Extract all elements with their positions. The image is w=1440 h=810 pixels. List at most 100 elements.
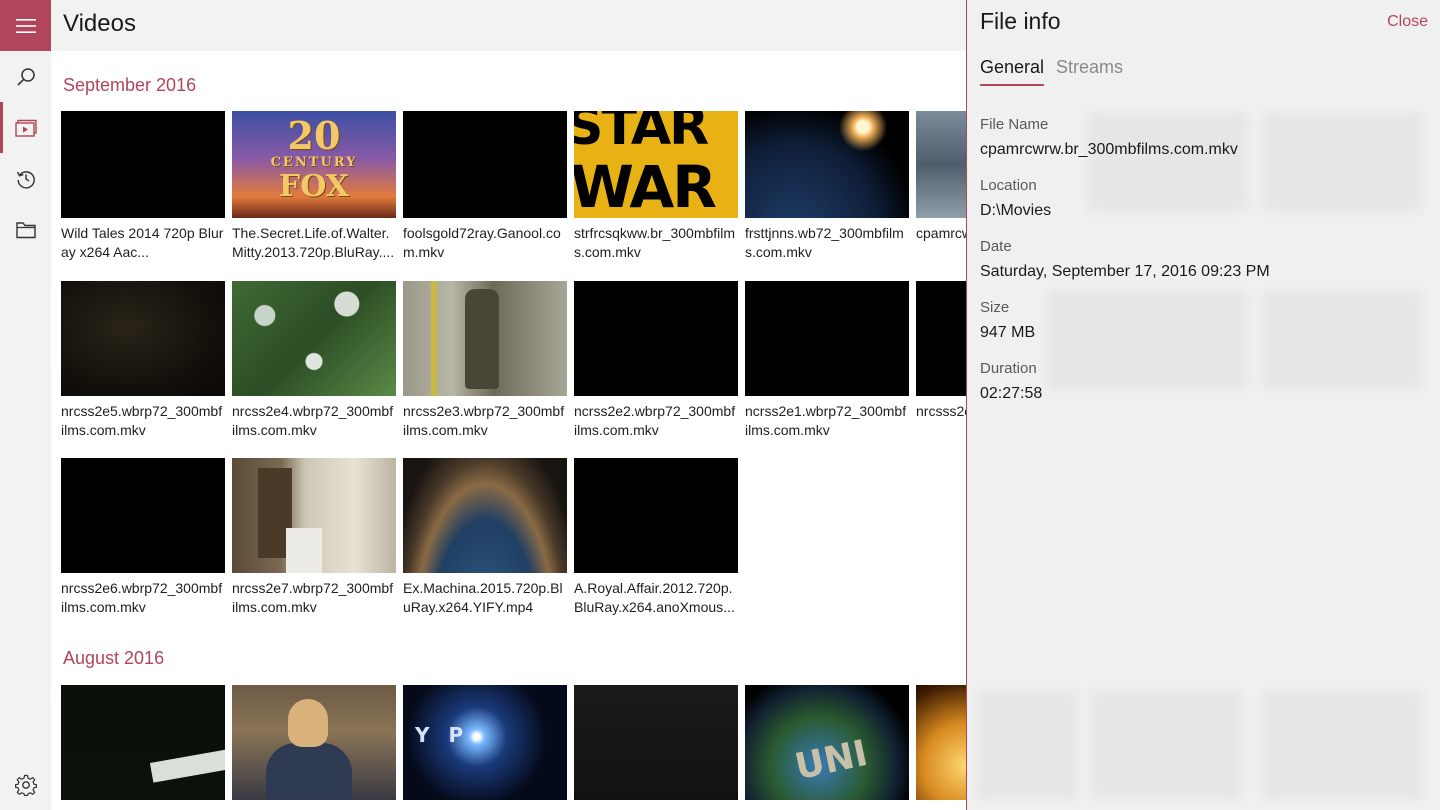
video-library-icon	[14, 119, 37, 137]
video-title: nrcsss2ebfilms.c	[916, 403, 967, 419]
hamburger-icon	[15, 18, 36, 33]
thumbnail-text: WAR	[574, 153, 717, 218]
video-title: cpamrcwms.com	[916, 225, 967, 241]
video-title: Wild Tales 2014 720p Bluray x264 Aac...	[61, 225, 224, 260]
video-thumbnail	[574, 685, 738, 800]
thumbnail-art	[286, 528, 322, 573]
thumbnail-art	[431, 281, 437, 396]
video-tile[interactable]: Ex.Machina.2015.720p.BluRay.x264.YIFY.mp…	[403, 458, 567, 617]
video-tile[interactable]: frsttjnns.wb72_300mbfilms.com.mkv	[745, 111, 909, 262]
video-thumbnail: UNI	[745, 685, 909, 800]
video-thumbnail	[916, 281, 967, 396]
nav-rail	[0, 0, 51, 810]
blurred-backdrop	[1262, 290, 1422, 390]
video-title: nrcss2e6.wbrp72_300mbfilms.com.mkv	[61, 580, 223, 615]
rail-settings-button[interactable]	[0, 759, 51, 810]
video-title: ncrss2e1.wbrp72_300mbfilms.com.mkv	[745, 403, 907, 438]
thumbnail-text: UNI	[791, 732, 872, 789]
video-thumbnail	[916, 685, 967, 800]
blurred-backdrop	[977, 690, 1077, 800]
rail-history-button[interactable]	[0, 153, 51, 204]
video-thumbnail: 20 CENTURY FOX	[232, 111, 396, 218]
tab-general[interactable]: General	[980, 57, 1045, 86]
video-tile[interactable]: nrcss2e4.wbrp72_300mbfilms.com.mkv	[232, 281, 396, 440]
folder-icon	[15, 221, 36, 238]
file-info-panel: File info Close General Streams File Nam…	[966, 0, 1440, 810]
video-title: nrcss2e4.wbrp72_300mbfilms.com.mkv	[232, 403, 394, 438]
video-thumbnail	[574, 458, 738, 573]
video-tile[interactable]: A.Royal.Affair.2012.720p.BluRay.x264.ano…	[574, 458, 738, 617]
video-thumbnail	[403, 458, 567, 573]
video-tile[interactable]: Y P	[403, 685, 567, 800]
video-thumbnail	[232, 458, 396, 573]
size-value: 947 MB	[980, 324, 1036, 341]
video-thumbnail	[916, 111, 967, 218]
video-tile[interactable]	[574, 685, 738, 800]
video-thumbnail	[574, 281, 738, 396]
section-heading-august: August 2016	[63, 648, 165, 668]
blurred-backdrop	[1262, 690, 1422, 800]
blurred-backdrop	[1262, 112, 1422, 212]
thumbnail-art: STAR WAR	[574, 111, 738, 218]
video-tile[interactable]: STAR WAR strfrcsqkww.br_300mbfilms.com.m…	[574, 111, 738, 262]
thumbnail-text: 20	[287, 113, 341, 158]
video-thumbnail	[61, 458, 225, 573]
duration-value: 02:27:58	[980, 385, 1043, 402]
search-icon	[16, 67, 35, 86]
size-label: Size	[980, 299, 1010, 316]
video-tile[interactable]	[232, 685, 396, 800]
thumbnail-text: Y P	[415, 723, 470, 747]
video-thumbnail	[232, 685, 396, 800]
duration-label: Duration	[980, 360, 1037, 377]
video-thumbnail	[745, 111, 909, 218]
date-value: Saturday, September 17, 2016 09:23 PM	[980, 263, 1270, 280]
video-title: nrcss2e7.wbrp72_300mbfilms.com.mkv	[232, 580, 394, 615]
blurred-backdrop	[1047, 290, 1247, 390]
page-title: Videos	[63, 10, 136, 37]
thumbnail-text: FOX	[278, 169, 350, 204]
video-tile[interactable]	[916, 685, 967, 800]
video-tile[interactable]: ncrss2e2.wbrp72_300mbfilms.com.mkv	[574, 281, 738, 440]
thumbnail-text: STAR	[574, 111, 709, 157]
close-button[interactable]: Close	[1387, 13, 1428, 31]
video-tile[interactable]: foolsgold72ray.Ganool.com.mkv	[403, 111, 567, 262]
video-title: strfrcsqkww.br_300mbfilms.com.mkv	[574, 225, 736, 260]
location-label: Location	[980, 177, 1037, 194]
video-title: foolsgold72ray.Ganool.com.mkv	[403, 225, 561, 260]
video-thumbnail	[403, 111, 567, 218]
video-tile[interactable]: UNI	[745, 685, 909, 800]
rail-videos-button[interactable]	[0, 102, 51, 153]
video-tile[interactable]: 20 CENTURY FOX The.Secret.Life.of.Walter…	[232, 111, 396, 262]
history-icon	[16, 170, 35, 189]
video-tile[interactable]: nrcss2e5.wbrp72_300mbfilms.com.mkv	[61, 281, 225, 440]
video-tile[interactable]: ncrss2e1.wbrp72_300mbfilms.com.mkv	[745, 281, 909, 440]
video-title: A.Royal.Affair.2012.720p.BluRay.x264.ano…	[574, 580, 735, 615]
location-value: D:\Movies	[980, 202, 1052, 219]
rail-folders-button[interactable]	[0, 204, 51, 255]
video-thumbnail	[61, 281, 225, 396]
video-thumbnail	[232, 281, 396, 396]
video-tile[interactable]: nrcss2e3.wbrp72_300mbfilms.com.mkv	[403, 281, 567, 440]
video-title: nrcss2e3.wbrp72_300mbfilms.com.mkv	[403, 403, 565, 438]
video-tile[interactable]: nrcss2e6.wbrp72_300mbfilms.com.mkv	[61, 458, 225, 617]
video-thumbnail	[745, 281, 909, 396]
date-label: Date	[980, 238, 1012, 255]
video-tile[interactable]	[61, 685, 225, 800]
video-tile[interactable]: nrcsss2ebfilms.c	[916, 281, 967, 440]
tab-streams[interactable]: Streams	[1056, 57, 1123, 84]
rail-search-button[interactable]	[0, 51, 51, 102]
video-tile[interactable]: cpamrcwms.com	[916, 111, 967, 262]
hamburger-menu-button[interactable]	[0, 0, 51, 51]
video-thumbnail	[403, 281, 567, 396]
video-tile[interactable]: Wild Tales 2014 720p Bluray x264 Aac...	[61, 111, 225, 262]
video-thumbnail	[61, 685, 225, 800]
video-thumbnail	[61, 111, 225, 218]
thumbnail-art	[288, 699, 328, 747]
video-tile[interactable]: nrcss2e7.wbrp72_300mbfilms.com.mkv	[232, 458, 396, 617]
video-thumbnail: Y P	[403, 685, 567, 800]
video-grid: September 2016 Wild Tales 2014 720p Blur…	[51, 51, 967, 810]
video-title: Ex.Machina.2015.720p.BluRay.x264.YIFY.mp…	[403, 580, 563, 615]
file-name-value: cpamrcwrw.br_300mbfilms.com.mkv	[980, 141, 1238, 158]
blurred-backdrop	[1087, 112, 1247, 212]
gear-icon	[14, 774, 37, 796]
